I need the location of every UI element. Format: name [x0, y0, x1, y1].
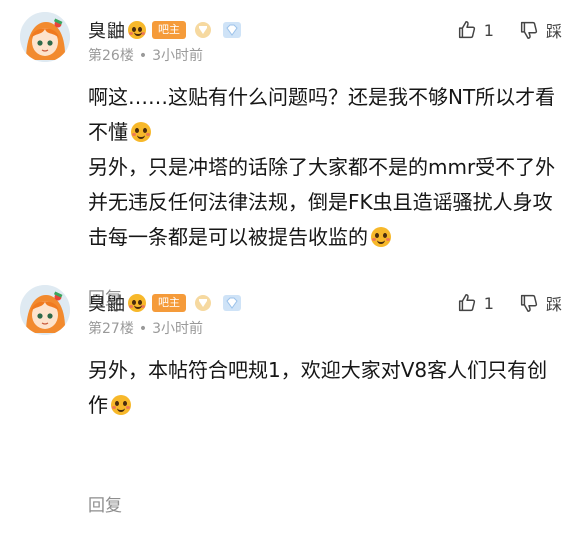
vip-diamond-icon — [223, 295, 241, 311]
meta-separator: • — [138, 321, 148, 337]
floor-number: 第27楼 — [88, 321, 134, 337]
content-text: 另外，只是冲塔的话除了大家都不是的mmr受不了外并无违反任何法律法规，倒是FK虫… — [88, 155, 556, 249]
vip-diamond-icon — [223, 22, 241, 38]
avatar[interactable] — [20, 12, 70, 62]
comment-post: 臭鼬 吧主 第26楼 • 3小时前 1 踩 啊这……这贴有什么问题吗？还是我不够… — [0, 0, 580, 309]
content-paragraph: 另外，只是冲塔的话除了大家都不是的mmr受不了外并无违反任何法律法规，倒是FK虫… — [88, 150, 560, 255]
post-actions: 1 踩 — [456, 291, 562, 315]
dislike-label: 踩 — [545, 22, 562, 41]
smile-emoji-icon — [111, 394, 131, 415]
thumbs-up-icon — [458, 21, 475, 39]
post-meta: 第26楼 • 3小时前 — [88, 45, 203, 65]
smile-emoji-icon — [128, 294, 146, 312]
dislike-label: 踩 — [545, 295, 562, 314]
moderator-badge: 吧主 — [152, 21, 186, 39]
avatar[interactable] — [20, 285, 70, 335]
dislike-button[interactable]: 踩 — [518, 291, 562, 315]
post-actions: 1 踩 — [456, 18, 562, 42]
reply-button[interactable]: 回复 — [88, 491, 122, 516]
post-content: 另外，本帖符合吧规1，欢迎大家对V8客人们只有创作 — [88, 353, 560, 423]
post-time: 3小时前 — [152, 48, 204, 64]
like-count: 1 — [483, 20, 494, 40]
like-button[interactable]: 1 — [456, 19, 494, 41]
like-button[interactable]: 1 — [456, 292, 494, 314]
thumbs-up-icon — [458, 294, 475, 312]
smile-emoji-icon — [371, 226, 391, 247]
avatar-image — [20, 12, 70, 62]
smile-emoji-icon — [128, 21, 146, 39]
meta-separator: • — [138, 48, 148, 64]
thumbs-down-icon — [520, 21, 538, 39]
username[interactable]: 臭鼬 — [88, 290, 126, 316]
moderator-badge: 吧主 — [152, 294, 186, 312]
content-paragraph: 啊这……这贴有什么问题吗？还是我不够NT所以才看不懂 — [88, 80, 560, 150]
username[interactable]: 臭鼬 — [88, 17, 126, 43]
user-info: 臭鼬 吧主 — [88, 17, 242, 43]
content-paragraph: 另外，本帖符合吧规1，欢迎大家对V8客人们只有创作 — [88, 353, 560, 423]
avatar-image — [20, 285, 70, 335]
thumbs-down-icon — [520, 294, 538, 312]
floor-number: 第26楼 — [88, 48, 134, 64]
content-text: 另外，本帖符合吧规1，欢迎大家对V8客人们只有创作 — [88, 358, 548, 417]
like-count: 1 — [483, 293, 494, 313]
post-time: 3小时前 — [152, 321, 204, 337]
post-meta: 第27楼 • 3小时前 — [88, 318, 203, 338]
post-content: 啊这……这贴有什么问题吗？还是我不够NT所以才看不懂 另外，只是冲塔的话除了大家… — [88, 80, 560, 255]
comment-post: 臭鼬 吧主 第27楼 • 3小时前 1 踩 另外，本帖符合吧规1，欢迎大家对V8… — [0, 273, 580, 547]
dislike-button[interactable]: 踩 — [518, 18, 562, 42]
content-text: 啊这……这贴有什么问题吗？还是我不够NT所以才看不懂 — [88, 85, 556, 144]
smile-emoji-icon — [131, 121, 151, 142]
level-badge-icon — [195, 22, 211, 38]
user-info: 臭鼬 吧主 — [88, 290, 242, 316]
level-badge-icon — [195, 295, 211, 311]
